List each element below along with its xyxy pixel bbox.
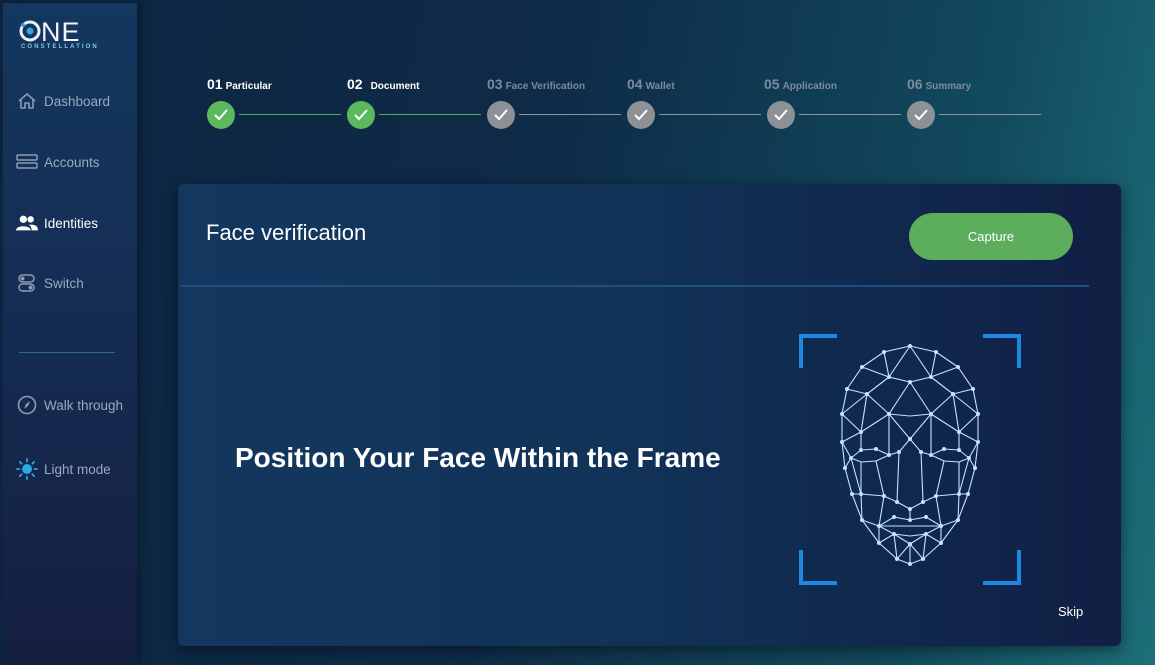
sidebar-item-label: Dashboard <box>44 93 111 109</box>
logo-mark-icon <box>19 20 41 42</box>
step-connector <box>239 114 341 115</box>
step-number: 03 <box>487 76 503 92</box>
logo-subtitle: CONSTELLATION <box>21 44 99 50</box>
sidebar-item-label: Accounts <box>44 154 100 170</box>
step-name: Wallet <box>645 81 675 92</box>
check-icon <box>907 101 935 129</box>
sun-icon <box>16 458 38 480</box>
step-number: 05 <box>764 76 780 92</box>
sidebar-item-identities[interactable]: Identities <box>16 211 136 235</box>
skip-link[interactable]: Skip <box>1058 604 1083 619</box>
step-number: 01 <box>207 76 223 92</box>
toggle-icon <box>16 273 38 293</box>
sidebar-item-label: Identities <box>44 215 99 231</box>
face-scan-icon <box>799 334 1021 585</box>
face-verification-card: Face verification Capture Position Your … <box>178 184 1121 646</box>
step-connector <box>379 114 481 115</box>
step-particular[interactable]: 01 Particular <box>207 76 341 129</box>
check-icon <box>627 101 655 129</box>
step-face-verification[interactable]: 03 Face Verification <box>487 76 621 129</box>
users-icon <box>16 213 38 233</box>
instruction-text: Position Your Face Within the Frame <box>235 442 721 473</box>
check-icon <box>207 101 235 129</box>
card-divider <box>181 285 1089 287</box>
step-connector <box>659 114 761 115</box>
card-title: Face verification <box>206 220 367 245</box>
check-icon <box>767 101 795 129</box>
check-icon <box>487 101 515 129</box>
step-number: 04 <box>627 76 643 92</box>
step-name: Summary <box>925 81 972 92</box>
sidebar: NE CONSTELLATION Dashboard Accounts Iden… <box>3 3 137 663</box>
step-document[interactable]: 02 Document <box>347 76 481 129</box>
step-name: Application <box>782 81 838 92</box>
capture-button[interactable]: Capture <box>909 213 1073 260</box>
sidebar-item-label: Walk through <box>44 397 124 413</box>
step-name: Face Verification <box>505 81 586 92</box>
step-number: 02 <box>347 76 363 92</box>
progress-stepper: 01 Particular 02 Document 03 Face Verificat… <box>207 76 1047 130</box>
step-application[interactable]: 05 Application <box>764 76 901 129</box>
sidebar-item-walk-through[interactable]: Walk through <box>16 393 136 417</box>
home-icon <box>16 91 38 111</box>
sidebar-item-switch[interactable]: Switch <box>16 271 136 295</box>
sidebar-item-label: Light mode <box>44 461 111 477</box>
compass-icon <box>16 395 38 415</box>
sidebar-item-dashboard[interactable]: Dashboard <box>16 89 136 113</box>
check-icon <box>347 101 375 129</box>
server-icon <box>16 152 38 172</box>
step-wallet[interactable]: 04 Wallet <box>627 76 761 129</box>
sidebar-item-accounts[interactable]: Accounts <box>16 150 136 174</box>
sidebar-divider <box>19 352 115 353</box>
sidebar-item-light-mode[interactable]: Light mode <box>16 457 136 481</box>
brand-logo[interactable]: NE CONSTELLATION <box>19 15 129 55</box>
step-name: Particular <box>225 81 272 92</box>
step-summary[interactable]: 06 Summary <box>907 76 1041 129</box>
step-connector <box>519 114 621 115</box>
step-connector <box>939 114 1041 115</box>
sidebar-item-label: Switch <box>44 275 84 291</box>
step-connector <box>799 114 901 115</box>
step-name: Document <box>370 81 420 92</box>
step-number: 06 <box>907 76 923 92</box>
